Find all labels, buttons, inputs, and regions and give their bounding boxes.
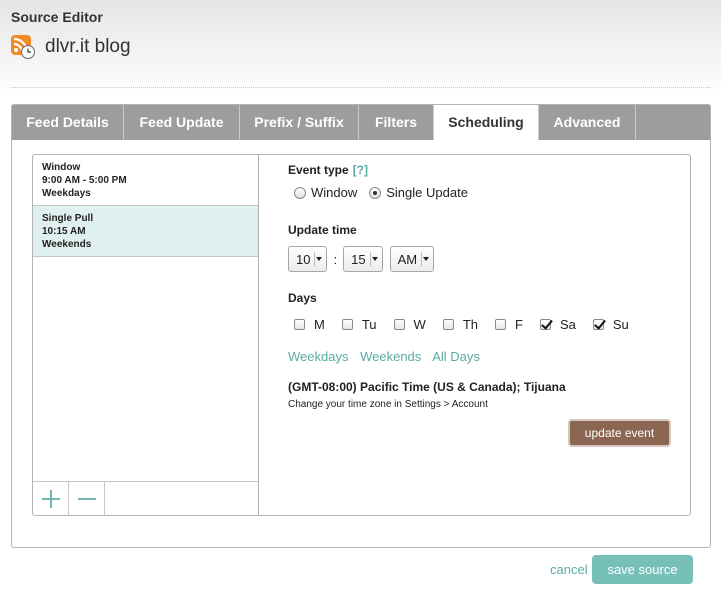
chevron-down-icon: [369, 252, 378, 266]
day-friday[interactable]: F: [495, 317, 523, 332]
plus-icon: [41, 489, 60, 508]
scheduling-panel: Window 9:00 AM - 5:00 PM Weekdays Single…: [32, 154, 691, 516]
radio-button[interactable]: [294, 186, 306, 199]
days-checkboxes: M Tu W Th F Sa Su: [294, 317, 646, 332]
radio-label: Single Update: [386, 185, 468, 200]
day-label: Th: [462, 317, 478, 332]
radio-label: Window: [311, 185, 358, 200]
timezone-name: (GMT-08:00) Pacific Time (US & Canada); …: [288, 380, 566, 394]
day-label: Sa: [559, 317, 576, 332]
event-list: Window 9:00 AM - 5:00 PM Weekdays Single…: [33, 155, 259, 515]
day-saturday[interactable]: Sa: [539, 317, 576, 332]
event-list-footer: [33, 481, 258, 515]
rss-icon: [11, 35, 35, 59]
chevron-down-icon: [421, 252, 430, 266]
tab-feed-details[interactable]: Feed Details: [12, 105, 124, 140]
timezone-note: Change your time zone in Settings > Acco…: [288, 399, 488, 410]
event-days: Weekdays: [42, 188, 91, 199]
tab-feed-update[interactable]: Feed Update: [124, 105, 240, 140]
event-type-label: Event type [?]: [288, 163, 368, 177]
event-type: Window: [42, 162, 81, 173]
remove-event-button[interactable]: [69, 482, 105, 515]
update-time-selects: 10 : 15 AM: [288, 246, 435, 272]
tab-filters[interactable]: Filters: [359, 105, 434, 140]
event-type-label-text: Event type: [288, 163, 349, 177]
checkbox[interactable]: [539, 319, 551, 330]
checkbox[interactable]: [294, 319, 305, 330]
day-wednesday[interactable]: W: [393, 317, 426, 332]
event-type: Single Pull: [42, 213, 94, 224]
event-time: 9:00 AM - 5:00 PM: [42, 175, 127, 186]
ampm-select[interactable]: AM: [389, 246, 435, 272]
feed-title-row: dlvr.it blog: [11, 35, 131, 59]
day-tuesday[interactable]: Tu: [341, 317, 377, 332]
hour-select[interactable]: 10: [288, 246, 328, 272]
event-type-options: Window Single Update: [294, 185, 480, 200]
all-days-link[interactable]: All Days: [432, 349, 480, 364]
radio-window[interactable]: Window: [294, 185, 357, 200]
tab-bar: Feed Details Feed Update Prefix / Suffix…: [12, 105, 710, 140]
day-sunday[interactable]: Su: [592, 317, 629, 332]
save-source-button[interactable]: save source: [592, 555, 693, 584]
event-days: Weekends: [42, 239, 92, 250]
help-link[interactable]: [?]: [353, 163, 368, 177]
add-event-button[interactable]: [33, 482, 69, 515]
tab-prefix-suffix[interactable]: Prefix / Suffix: [240, 105, 359, 140]
minute-select[interactable]: 15: [343, 246, 383, 272]
time-separator: :: [333, 251, 338, 267]
tab-scheduling[interactable]: Scheduling: [434, 105, 539, 140]
minus-icon: [77, 497, 96, 500]
event-time: 10:15 AM: [42, 226, 86, 237]
source-editor-panel: Feed Details Feed Update Prefix / Suffix…: [11, 104, 711, 548]
page-title: Source Editor: [11, 9, 103, 25]
days-label: Days: [288, 291, 317, 305]
day-label: M: [314, 317, 325, 332]
day-label: F: [515, 317, 523, 332]
weekends-link[interactable]: Weekends: [360, 349, 421, 364]
minute-value: 15: [351, 251, 366, 267]
update-event-button[interactable]: update event: [568, 419, 671, 447]
checkbox[interactable]: [442, 319, 454, 330]
checkbox[interactable]: [495, 319, 506, 330]
checkbox[interactable]: [341, 319, 353, 330]
checkbox[interactable]: [592, 319, 604, 330]
day-label: Tu: [361, 317, 377, 332]
day-thursday[interactable]: Th: [442, 317, 478, 332]
day-label: W: [413, 317, 426, 332]
hour-value: 10: [296, 251, 311, 267]
day-monday[interactable]: M: [294, 317, 325, 332]
day-label: Su: [612, 317, 629, 332]
checkbox[interactable]: [393, 319, 405, 330]
event-list-item-single-pull[interactable]: Single Pull 10:15 AM Weekends: [33, 206, 258, 257]
feed-name: dlvr.it blog: [45, 36, 131, 57]
event-list-item-window[interactable]: Window 9:00 AM - 5:00 PM Weekdays: [33, 155, 258, 206]
chevron-down-icon: [314, 252, 323, 266]
tab-advanced[interactable]: Advanced: [539, 105, 636, 140]
weekdays-link[interactable]: Weekdays: [288, 349, 348, 364]
cancel-link[interactable]: cancel: [550, 562, 588, 577]
event-form: Event type [?] Window Single Update Updat…: [288, 163, 683, 503]
update-time-label: Update time: [288, 223, 357, 237]
day-quick-links: Weekdays Weekends All Days: [288, 349, 488, 364]
header-divider: [11, 87, 710, 88]
radio-single-update[interactable]: Single Update: [369, 185, 468, 200]
ampm-value: AM: [397, 251, 418, 267]
radio-button[interactable]: [369, 186, 382, 199]
